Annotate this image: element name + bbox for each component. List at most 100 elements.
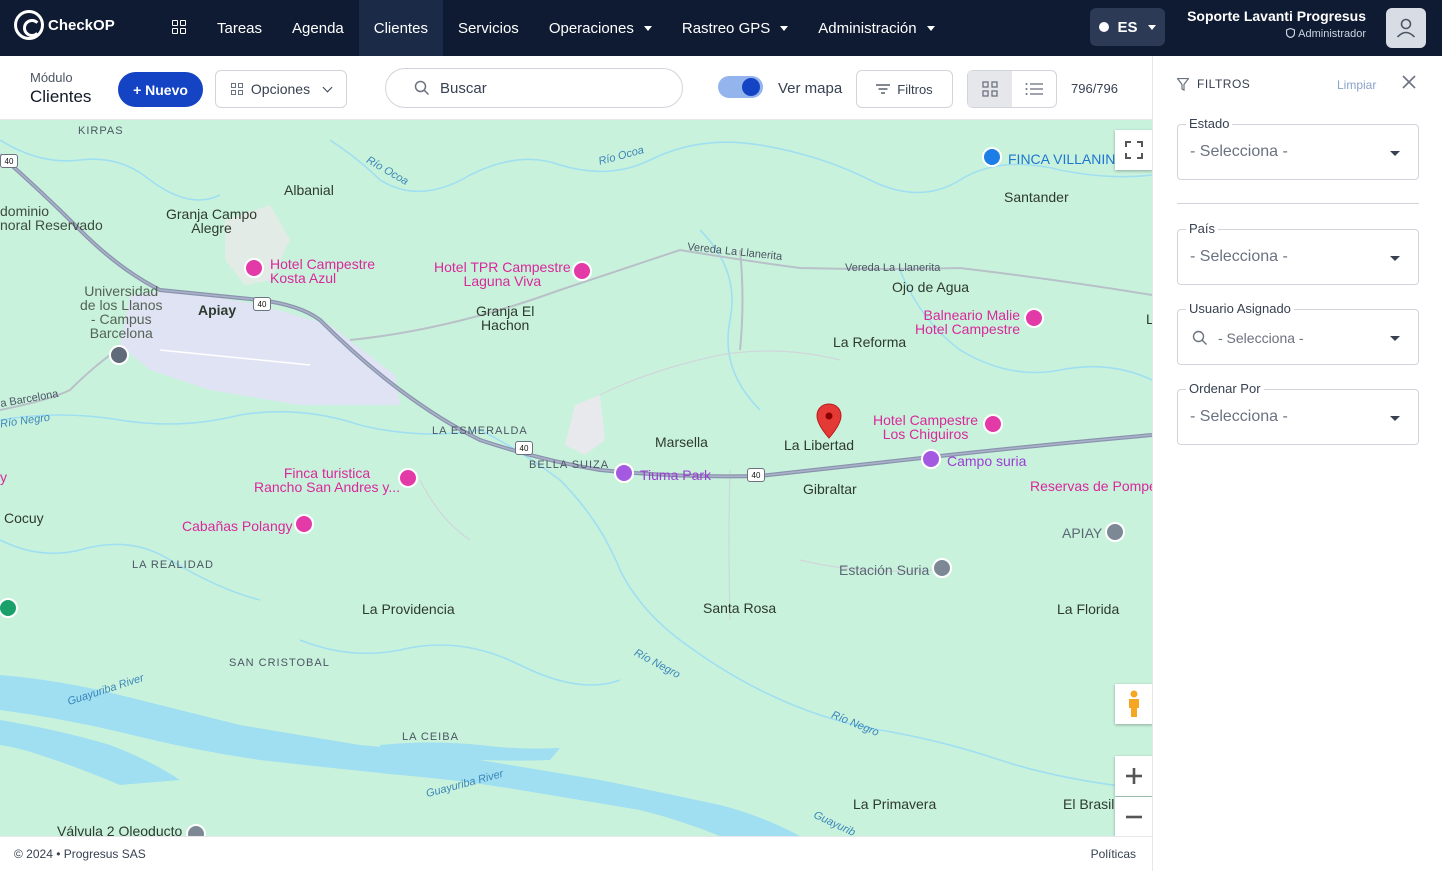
hotel-pin-icon[interactable] (572, 261, 592, 281)
nav-agenda[interactable]: Agenda (277, 0, 359, 56)
place-label: LA ESMERALDA (432, 425, 528, 437)
close-icon[interactable] (1401, 74, 1417, 90)
place-label: El Brasil (1063, 796, 1115, 812)
poi-label[interactable]: Reservas de Pompe (1030, 479, 1152, 493)
user-name: Soporte Lavanti Progresus (1187, 8, 1366, 24)
app-name: CheckOP (48, 16, 115, 34)
poi-label[interactable]: Hotel Campestre Los Chiguiros (873, 413, 978, 441)
options-label: Opciones (250, 81, 311, 97)
language-selector[interactable]: ES (1090, 8, 1165, 46)
user-info[interactable]: Soporte Lavanti Progresus Administrador (1187, 8, 1366, 40)
poi-label-line: Hotel Campestre (915, 321, 1021, 337)
plus-icon (1126, 768, 1142, 784)
camera-pin-icon[interactable] (921, 449, 941, 469)
place-label: La Reforma (833, 334, 907, 350)
nav-rastreo-gps[interactable]: Rastreo GPS (667, 0, 803, 56)
zoom-in-button[interactable] (1115, 756, 1152, 796)
field-value: - Selecciona - (1190, 143, 1288, 160)
pais-select[interactable]: País - Selecciona - (1177, 221, 1419, 285)
poi-label[interactable]: Hotel TPR Campestre Laguna Viva (434, 260, 571, 288)
map-toggle-label: Ver mapa (778, 80, 843, 97)
list-view-button[interactable] (1012, 71, 1056, 107)
poi-label[interactable]: Cabañas Polangy (182, 519, 293, 533)
place-label: LA REALIDAD (132, 559, 214, 571)
language-code: ES (1117, 18, 1138, 36)
field-value: - Selecciona - (1218, 330, 1304, 346)
chevron-down-icon (780, 25, 789, 31)
filters-panel-header: FILTROS (1177, 77, 1250, 91)
ordenar-por-select[interactable]: Ordenar Por - Selecciona - (1177, 381, 1419, 445)
poi-label[interactable]: FINCA VILLANIN (1008, 152, 1115, 166)
avatar[interactable] (1386, 8, 1426, 48)
place-label: Universidad de los Llanos - Campus Barcelon… (80, 284, 163, 340)
poi-label[interactable]: Estación Suria (839, 563, 929, 577)
search-placeholder: Buscar (440, 79, 487, 97)
user-icon (1396, 18, 1416, 38)
poi-label[interactable]: Balneario Malie Hotel Campestre (915, 308, 1020, 336)
dashboard-grid-icon[interactable] (172, 20, 186, 34)
record-count: 796/796 (1071, 81, 1118, 96)
nav-servicios[interactable]: Servicios (443, 0, 534, 56)
caret-down-icon (1390, 336, 1400, 341)
place-label: LA CEIBA (402, 731, 459, 743)
filter-lines-icon (876, 84, 891, 94)
nav-administracion[interactable]: Administración (803, 0, 949, 56)
university-pin-icon[interactable] (109, 345, 129, 365)
place-label: Santa Rosa (703, 600, 777, 616)
user-role: Administrador (1298, 28, 1366, 40)
globe-icon (1099, 22, 1110, 32)
nav-tareas[interactable]: Tareas (202, 0, 277, 56)
app-logo[interactable]: CheckOP (14, 10, 115, 40)
place-label-line: Hachon (481, 317, 530, 333)
location-marker-icon[interactable] (816, 403, 842, 439)
nav-label: Operaciones (548, 19, 634, 37)
list-view-icon (1025, 83, 1043, 95)
hotel-pin-icon[interactable] (398, 468, 418, 488)
chevron-down-icon (1147, 24, 1156, 30)
grid-view-button[interactable] (968, 71, 1012, 107)
street-view-button[interactable] (1115, 684, 1152, 724)
new-button[interactable]: + Nuevo (118, 72, 203, 107)
poi-label[interactable]: Hotel Campestre Kosta Azul (270, 257, 375, 285)
filters-button[interactable]: Filtros (856, 70, 953, 108)
hotel-pin-icon[interactable] (294, 514, 314, 534)
options-button[interactable]: Opciones (215, 70, 347, 108)
copyright-text: © 2024 • Progresus SAS (14, 847, 146, 861)
place-label: Santander (1004, 189, 1069, 205)
estado-select[interactable]: Estado - Selecciona - (1177, 116, 1419, 180)
road-label: Vereda La Llanerita (845, 262, 941, 274)
route-shield: 40 (747, 468, 765, 482)
map-toggle[interactable] (718, 76, 763, 98)
lodging-pin-icon[interactable] (982, 147, 1002, 167)
nav-label: Servicios (457, 19, 519, 37)
main-nav: Tareas Agenda Clientes Servicios Operaci… (202, 0, 950, 56)
nav-clientes[interactable]: Clientes (358, 0, 443, 56)
poi-label[interactable]: Finca turistica Rancho San Andres y... (254, 466, 400, 494)
route-number: 40 (257, 299, 267, 309)
hotel-pin-icon[interactable] (244, 258, 264, 278)
fullscreen-button[interactable] (1115, 130, 1152, 170)
park-pin-icon[interactable] (614, 463, 634, 483)
policies-link[interactable]: Políticas (1091, 847, 1136, 861)
top-navbar: CheckOP Tareas Agenda Clientes Servicios… (0, 0, 1442, 56)
search-input[interactable]: Buscar (385, 68, 683, 108)
pegman-icon (1129, 690, 1139, 717)
place-label: y (0, 469, 7, 485)
poi-label[interactable]: Tiuma Park (640, 468, 711, 482)
nav-label: Agenda (292, 19, 344, 37)
hotel-pin-icon[interactable] (1024, 308, 1044, 328)
zoom-out-button[interactable] (1115, 797, 1152, 836)
poi-label-line: Kosta Azul (270, 270, 337, 286)
map-view[interactable]: 40 40 40 40 KIRPAS Albanial Granja Campo… (0, 120, 1152, 836)
poi-label-line: Los Chiguiros (882, 426, 969, 442)
funnel-icon (1177, 77, 1189, 91)
usuario-asignado-select[interactable]: Usuario Asignado - Selecciona - (1177, 301, 1419, 365)
station-pin-icon[interactable] (1105, 522, 1125, 542)
poi-label[interactable]: APIAY (1062, 526, 1102, 540)
clear-filters-button[interactable]: Limpiar (1337, 78, 1376, 92)
module-caption: Módulo (30, 70, 73, 85)
poi-label[interactable]: Campo suria (947, 454, 1026, 468)
nav-operaciones[interactable]: Operaciones (534, 0, 667, 56)
hotel-pin-icon[interactable] (983, 414, 1003, 434)
station-pin-icon[interactable] (932, 558, 952, 578)
